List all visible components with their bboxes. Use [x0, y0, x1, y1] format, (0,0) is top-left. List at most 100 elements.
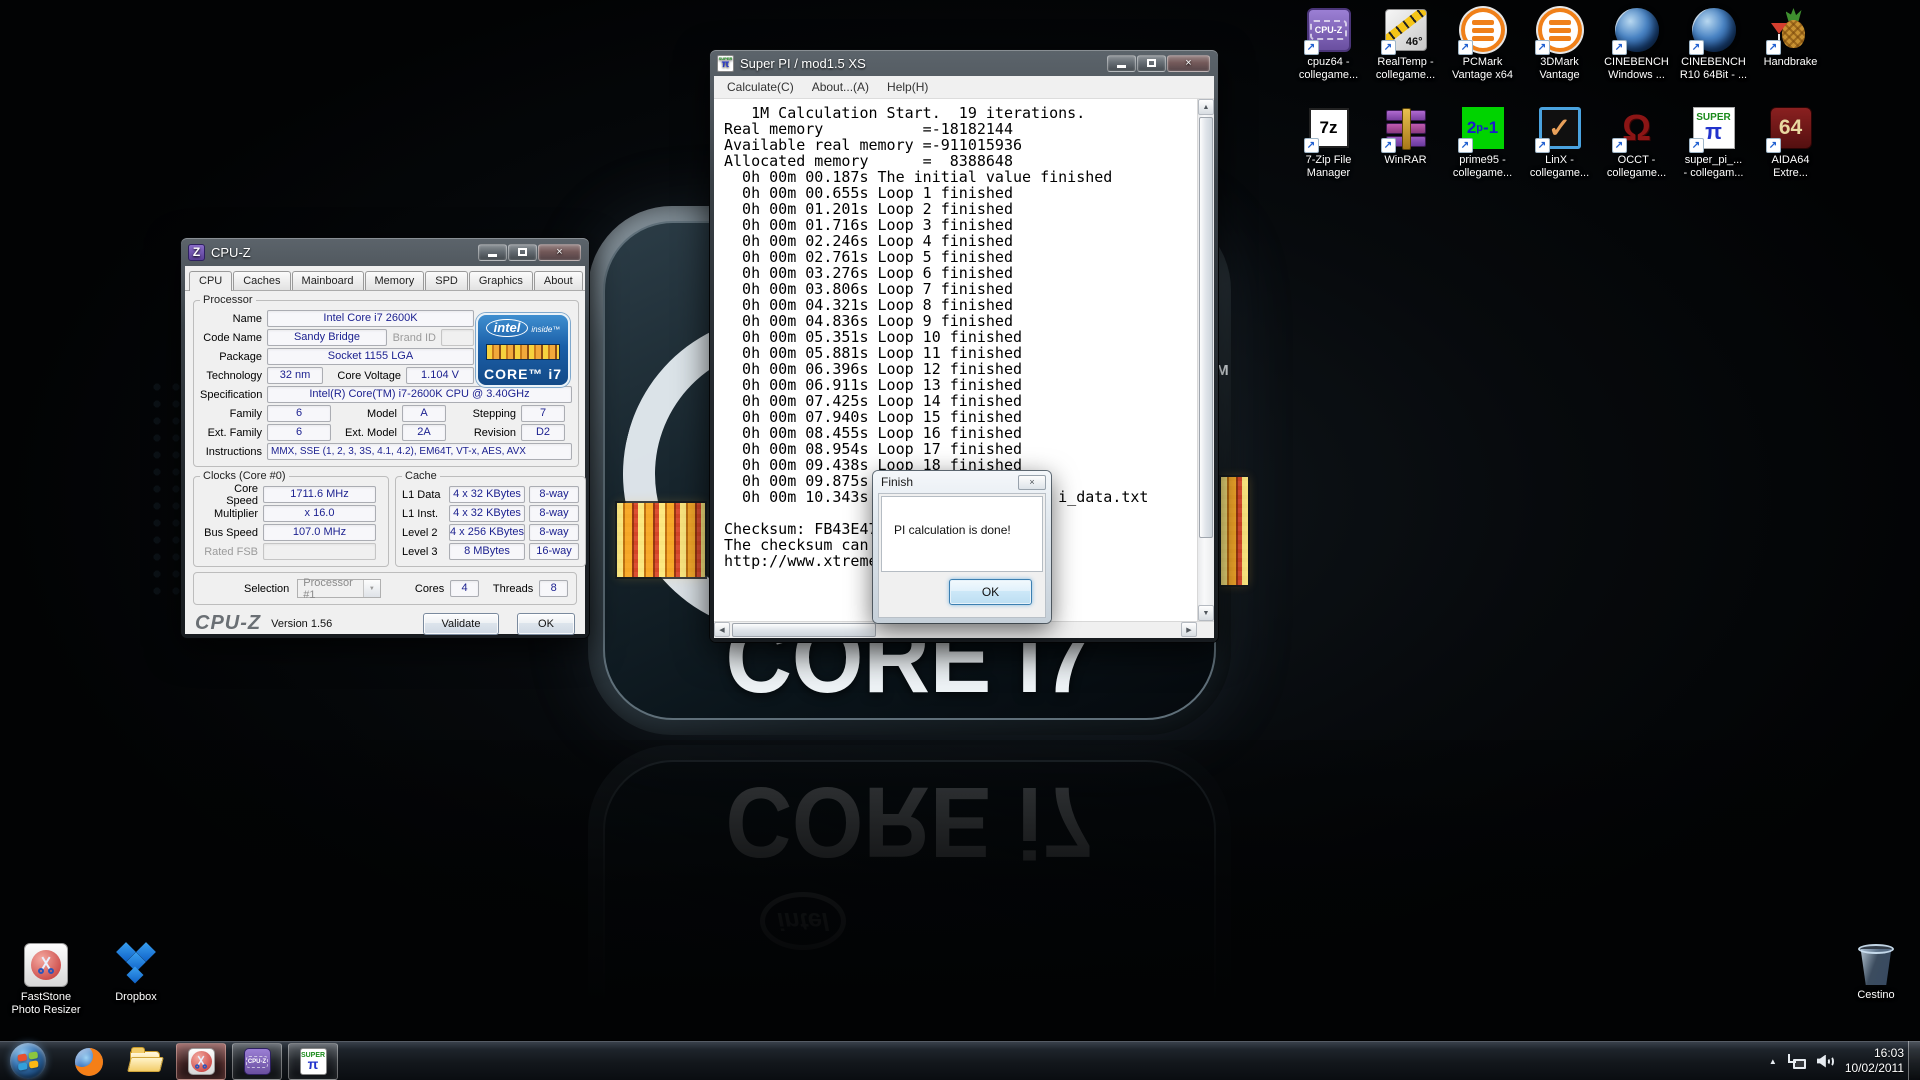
dropbox-icon: [113, 942, 159, 988]
shortcut-arrow-icon: ↗: [1381, 138, 1396, 153]
vertical-scrollbar[interactable]: ▲ ▼: [1197, 99, 1214, 621]
processor-legend: Processor: [200, 294, 256, 306]
close-button[interactable]: ×: [1167, 55, 1210, 72]
desktop-icon-7zip[interactable]: 7z ↗ 7-Zip File Manager: [1291, 104, 1367, 202]
close-button[interactable]: ×: [538, 244, 581, 261]
icon-label: FastStone Photo Resizer: [11, 991, 80, 1017]
menu-item[interactable]: Calculate(C): [718, 77, 803, 97]
ok-button[interactable]: OK: [517, 613, 575, 635]
icon-label: Cestino: [1857, 989, 1894, 1002]
desktop-icon-cpuz64[interactable]: CPU-Z ↗ cpuz64 - collegame...: [1291, 6, 1367, 104]
clock-date: 10/02/2011: [1845, 1061, 1904, 1076]
rated-fsb-field: [263, 543, 376, 560]
level3-field: 8 MBytes: [449, 543, 525, 560]
cpuz-version: Version 1.56: [271, 618, 332, 630]
shortcut-arrow-icon: ↗: [1689, 40, 1704, 55]
validate-button[interactable]: Validate: [423, 613, 499, 635]
desktop-icon-pcmark-vantage[interactable]: ↗ PCMark Vantage x64: [1445, 6, 1521, 104]
scroll-down-icon[interactable]: ▼: [1198, 605, 1214, 621]
show-hidden-icons-button[interactable]: ▲: [1769, 1057, 1777, 1066]
log-line: 0h 00m 05.351s Loop 10 finished: [724, 329, 1197, 345]
instructions-field: MMX, SSE (1, 2, 3, 3S, 4.1, 4.2), EM64T,…: [267, 443, 572, 460]
horizontal-scrollbar[interactable]: ◀ ▶: [714, 621, 1214, 638]
start-button[interactable]: [10, 1043, 46, 1079]
finish-dialog: Finish × PI calculation is done! OK: [873, 471, 1051, 623]
taskbar-firefox-button[interactable]: [64, 1043, 114, 1080]
minimize-button[interactable]: [478, 244, 507, 261]
processor-group: Processor intelinside™ CORE™ i7 Name Int…: [193, 294, 579, 467]
scroll-thumb[interactable]: [732, 623, 876, 637]
multiplier-field: x 16.0: [263, 505, 376, 522]
scroll-up-icon[interactable]: ▲: [1198, 99, 1214, 115]
log-line: Allocated memory = 8388648: [724, 153, 1197, 169]
processor-select[interactable]: Processor #1 ▼: [297, 579, 381, 598]
cpuz-tab[interactable]: CPU: [189, 271, 232, 291]
icon-label: Handbrake: [1764, 56, 1818, 69]
menu-item[interactable]: About...(A): [803, 77, 878, 97]
desktop-icon-3dmark-vantage[interactable]: ↗ 3DMark Vantage: [1522, 6, 1598, 104]
cache-legend: Cache: [402, 470, 440, 482]
taskbar-clock[interactable]: 16:03 10/02/2011: [1845, 1046, 1904, 1076]
threads-field: 8: [539, 580, 568, 597]
superpi-titlebar[interactable]: SUPERπ Super PI / mod1.5 XS ×: [710, 50, 1218, 76]
log-line: 0h 00m 05.881s Loop 11 finished: [724, 345, 1197, 361]
finish-dialog-titlebar[interactable]: Finish ×: [873, 471, 1051, 493]
taskbar-superpi-button[interactable]: SUPERπ: [288, 1043, 338, 1080]
desktop-icon-occt[interactable]: Ω ↗ OCCT - collegame...: [1599, 104, 1675, 202]
taskbar: CPU-Z SUPERπ ▲ 16:03 10/02/2011: [0, 1040, 1920, 1080]
scroll-thumb[interactable]: [1199, 117, 1213, 538]
icon-label: WinRAR: [1384, 154, 1426, 167]
family-field: 6: [267, 405, 331, 422]
show-desktop-button[interactable]: [1908, 1041, 1920, 1080]
desktop-icon-recycle-bin[interactable]: Cestino: [1838, 939, 1914, 1002]
desktop-icon-faststone[interactable]: FastStone Photo Resizer: [8, 941, 84, 1017]
cpuz-tab[interactable]: Mainboard: [292, 271, 364, 290]
faststone-icon: [24, 943, 68, 987]
desktop-icon-realtemp[interactable]: 46° ↗ RealTemp - collegame...: [1368, 6, 1444, 104]
cpu-name-field: Intel Core i7 2600K: [267, 310, 474, 327]
cpuz-tab[interactable]: Graphics: [469, 271, 533, 290]
cpuz-tab[interactable]: Caches: [233, 271, 290, 290]
log-line: 0h 00m 02.761s Loop 5 finished: [724, 249, 1197, 265]
minimize-button[interactable]: [1107, 55, 1136, 72]
maximize-button[interactable]: [508, 244, 537, 261]
desktop-icon-aida64[interactable]: 64 ↗ AIDA64 Extre...: [1753, 104, 1829, 202]
intel-core-i7-logo: intelinside™ CORE™ i7: [476, 313, 570, 387]
threads-label: Threads: [493, 583, 533, 595]
desktop-icon-winrar[interactable]: ↗ WinRAR: [1368, 104, 1444, 202]
scroll-track[interactable]: [1198, 115, 1214, 605]
close-button[interactable]: ×: [1018, 475, 1046, 490]
cpuz-titlebar[interactable]: Z CPU-Z ×: [181, 238, 589, 266]
taskbar-faststone-button[interactable]: [176, 1043, 226, 1080]
desktop-icon-cinebench-r10[interactable]: ↗ CINEBENCH R10 64Bit - ...: [1676, 6, 1752, 104]
cpuz-tab[interactable]: SPD: [425, 271, 468, 290]
cpuz-footer: CPU-Z Version 1.56 Validate OK: [195, 612, 575, 635]
scroll-track[interactable]: [730, 622, 1181, 638]
maximize-button[interactable]: [1137, 55, 1166, 72]
volume-icon[interactable]: [1817, 1054, 1834, 1069]
network-icon[interactable]: [1788, 1054, 1806, 1069]
desktop-icon-cinebench-windows[interactable]: ↗ CINEBENCH Windows ...: [1599, 6, 1675, 104]
log-line: 1M Calculation Start. 19 iterations.: [724, 105, 1197, 121]
taskbar-cpuz-button[interactable]: CPU-Z: [232, 1043, 282, 1080]
ok-button[interactable]: OK: [949, 579, 1032, 605]
menu-item[interactable]: Help(H): [878, 77, 937, 97]
bus-speed-field: 107.0 MHz: [263, 524, 376, 541]
cpuz-tab[interactable]: Memory: [365, 271, 425, 290]
desktop-icon-prime95[interactable]: 2p-1 ↗ prime95 - collegame...: [1445, 104, 1521, 202]
desktop-icon-handbrake[interactable]: ↗ Handbrake: [1753, 6, 1829, 104]
log-line: 0h 00m 08.954s Loop 17 finished: [724, 441, 1197, 457]
cpuz-tab[interactable]: About: [534, 271, 583, 290]
log-line: 0h 00m 04.836s Loop 9 finished: [724, 313, 1197, 329]
desktop-icon-linx[interactable]: ✓ ↗ LinX - collegame...: [1522, 104, 1598, 202]
scroll-left-icon[interactable]: ◀: [714, 622, 730, 637]
shortcut-arrow-icon: ↗: [1612, 40, 1627, 55]
desktop-icon-superpi[interactable]: SUPERπ ↗ super_pi_... - collegam...: [1676, 104, 1752, 202]
taskbar-explorer-button[interactable]: [120, 1043, 170, 1080]
cache-group: Cache L1 Data 4 x 32 KBytes 8-way L1 Ins…: [395, 470, 586, 567]
scroll-right-icon[interactable]: ▶: [1181, 622, 1197, 637]
shortcut-arrow-icon: ↗: [1766, 138, 1781, 153]
icon-label: RealTemp - collegame...: [1376, 56, 1435, 82]
log-line: Available real memory =-911015936: [724, 137, 1197, 153]
desktop-icon-dropbox[interactable]: Dropbox: [98, 941, 174, 1017]
